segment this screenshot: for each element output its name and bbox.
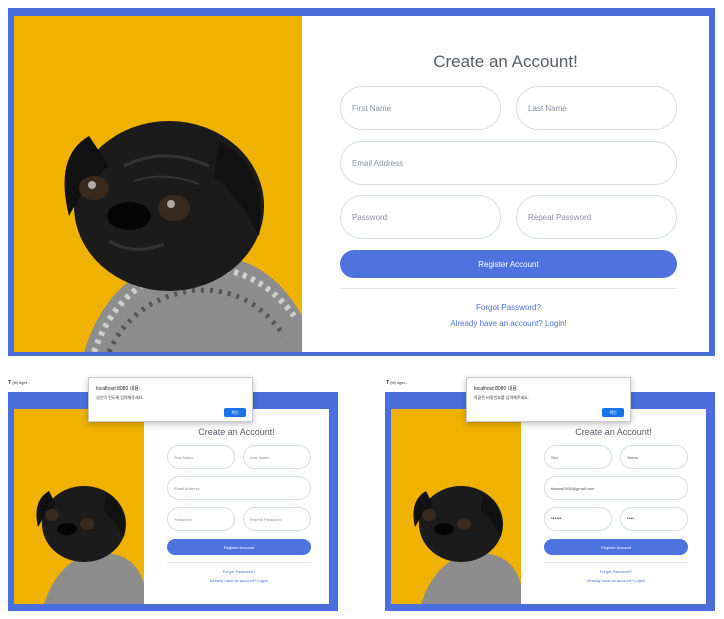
last-name-input[interactable]: Last Name xyxy=(243,445,311,469)
login-link[interactable]: Already have an account? Login! xyxy=(340,319,677,328)
dialog-title: localhost:8080 내용: xyxy=(474,386,519,392)
dialog-confirm-button[interactable]: 확인 xyxy=(224,408,246,417)
first-name-input[interactable]: First Name xyxy=(340,86,501,130)
first-name-input[interactable]: First Name xyxy=(167,445,235,469)
repeat-password-input[interactable]: Repeat Password xyxy=(516,195,677,239)
forgot-password-link[interactable]: Forgot Password? xyxy=(167,569,311,574)
register-button[interactable]: Register Account xyxy=(544,539,688,555)
right-dog-image xyxy=(391,409,521,604)
tab-icon: T xyxy=(386,380,390,386)
left-register-card: Create an Account! First Name Last Name … xyxy=(14,409,329,604)
email-input[interactable]: tiswoni0930@gmail.com xyxy=(544,476,688,500)
password-placeholder: Password xyxy=(352,212,388,222)
repeat-password-placeholder: Repeat Password xyxy=(528,212,592,222)
form-divider xyxy=(167,562,311,563)
page-title: Create an Account! xyxy=(433,52,578,71)
right-tab-hint: T (tit) #get... xyxy=(386,380,409,386)
left-alert-dialog: localhost:8080 내용: 성인이 된도록 입력해주세요. 확인 xyxy=(88,377,253,422)
dialog-confirm-button[interactable]: 확인 xyxy=(602,408,624,417)
main-register-card: Create an Account! First Name Last Name … xyxy=(14,16,709,352)
form-divider xyxy=(340,288,677,289)
email-input[interactable]: Email Address xyxy=(340,141,677,185)
password-input[interactable]: •••••• xyxy=(544,507,612,531)
last-name-input[interactable]: Last Name xyxy=(516,86,677,130)
left-tab-hint: T (tit) #get... xyxy=(8,380,31,386)
right-alert-dialog: localhost:8080 내용: 똑같은 비밀번호를 입력해주세요. 확인 xyxy=(466,377,631,422)
email-placeholder: Email Address xyxy=(352,158,404,168)
login-link[interactable]: Already have an account? Login! xyxy=(544,578,688,583)
repeat-password-input[interactable]: Repeat Password xyxy=(243,507,311,531)
register-button[interactable]: Register Account xyxy=(167,539,311,555)
password-input[interactable]: Password xyxy=(167,507,235,531)
register-button[interactable]: Register Account xyxy=(340,250,677,278)
repeat-password-input[interactable]: •••• xyxy=(620,507,688,531)
form-divider xyxy=(544,562,688,563)
email-input[interactable]: Email Address xyxy=(167,476,311,500)
password-input[interactable]: Password xyxy=(340,195,501,239)
first-name-placeholder: First Name xyxy=(352,103,392,113)
main-dog-image xyxy=(14,16,302,352)
right-register-card: Create an Account! Seo Siwon tiswoni0930… xyxy=(391,409,706,604)
main-screenshot-frame: Create an Account! First Name Last Name … xyxy=(8,8,715,356)
login-link[interactable]: Already have an account? Login! xyxy=(167,578,311,583)
left-dog-image xyxy=(14,409,144,604)
register-button-label: Register Account xyxy=(478,259,539,269)
left-screenshot-frame: Create an Account! First Name Last Name … xyxy=(8,392,338,611)
tab-icon: T xyxy=(8,380,12,386)
dialog-title: localhost:8080 내용: xyxy=(96,386,141,392)
first-name-input[interactable]: Seo xyxy=(544,445,612,469)
right-screenshot-frame: Create an Account! Seo Siwon tiswoni0930… xyxy=(385,392,715,611)
forgot-password-link[interactable]: Forgot Password? xyxy=(340,303,677,312)
dialog-message: 똑같은 비밀번호를 입력해주세요. xyxy=(474,395,529,400)
last-name-placeholder: Last Name xyxy=(528,103,567,113)
forgot-password-link[interactable]: Forgot Password? xyxy=(544,569,688,574)
dialog-message: 성인이 된도록 입력해주세요. xyxy=(96,395,144,400)
page-title: Create an Account! xyxy=(198,427,275,437)
last-name-input[interactable]: Siwon xyxy=(620,445,688,469)
page-title: Create an Account! xyxy=(575,427,652,437)
